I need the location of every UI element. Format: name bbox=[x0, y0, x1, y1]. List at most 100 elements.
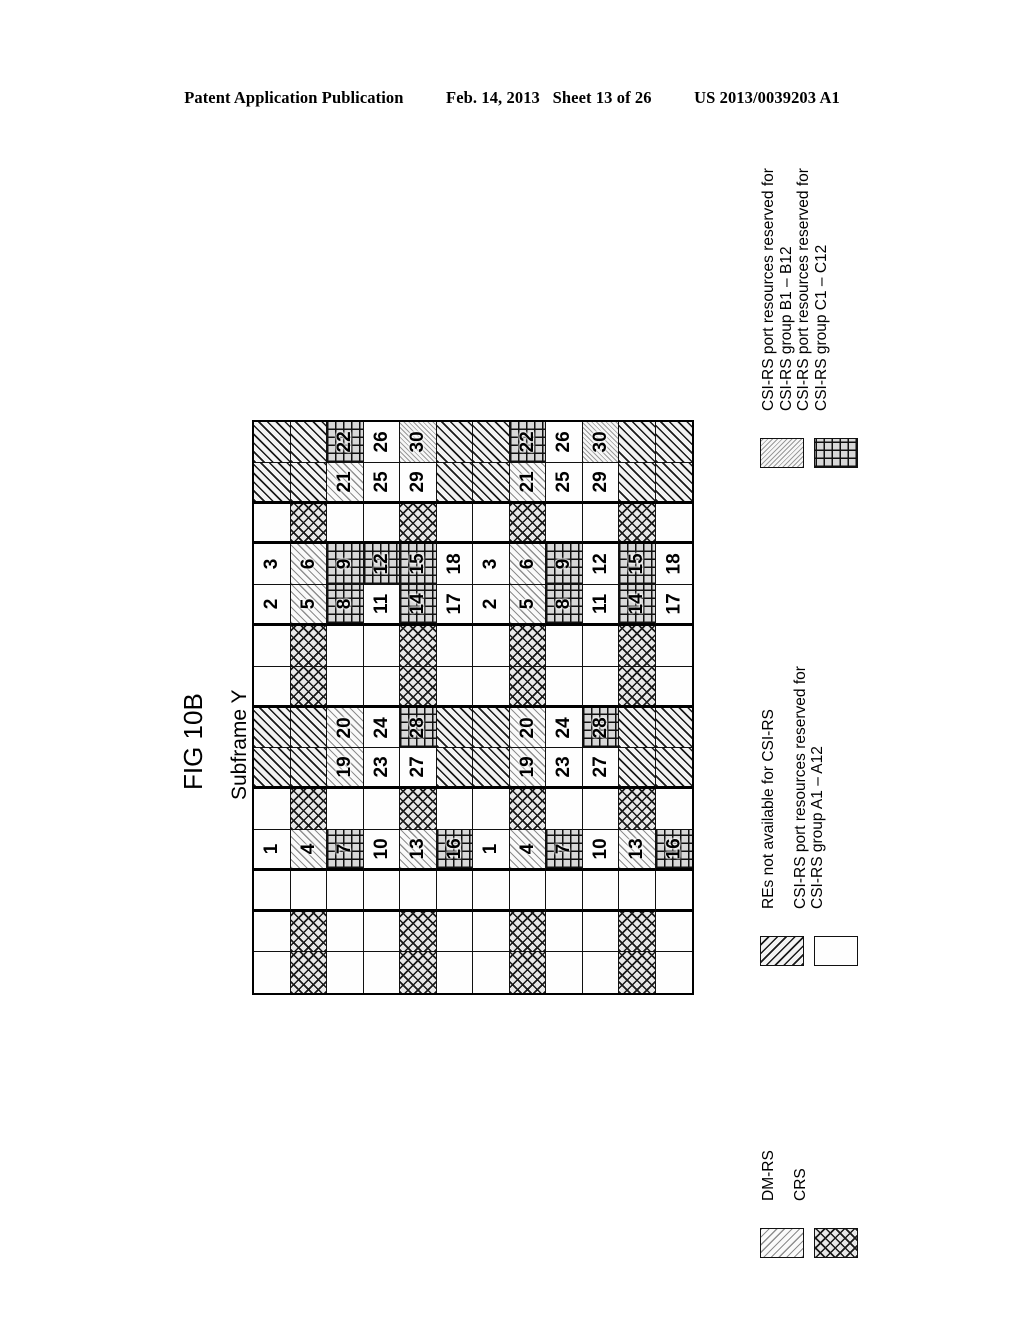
resource-element bbox=[436, 952, 473, 994]
resource-element bbox=[254, 748, 291, 790]
resource-element-label: 16 bbox=[443, 838, 465, 860]
resource-element bbox=[473, 911, 510, 953]
resource-element bbox=[400, 952, 437, 994]
resource-element-3: 3 bbox=[254, 544, 291, 586]
resource-element bbox=[363, 503, 400, 545]
resource-element-2: 2 bbox=[254, 585, 291, 626]
legend-a-swatches bbox=[760, 923, 858, 966]
resource-element-28: 28 bbox=[582, 707, 619, 749]
resource-element bbox=[473, 707, 510, 749]
resource-element-24: 24 bbox=[546, 707, 583, 749]
resource-element-14: 14 bbox=[400, 585, 437, 626]
resource-element-23: 23 bbox=[363, 748, 400, 790]
resource-element-label: 2 bbox=[479, 598, 501, 610]
resource-element bbox=[619, 666, 656, 708]
resource-element bbox=[582, 789, 619, 830]
resource-element-label: 17 bbox=[443, 593, 465, 615]
resource-element bbox=[327, 666, 364, 708]
resource-element bbox=[509, 789, 546, 830]
resource-element bbox=[655, 666, 692, 708]
legend-group-b-line2: CSI-RS group B1 – B12 bbox=[777, 246, 795, 411]
legend-groups-bc: CSI-RS port resources reserved for CSI-R… bbox=[760, 168, 858, 468]
resource-element-24: 24 bbox=[363, 707, 400, 749]
resource-element-15: 15 bbox=[400, 544, 437, 586]
resource-element-label: 18 bbox=[662, 553, 684, 575]
resource-element bbox=[619, 789, 656, 830]
resource-element-label: 13 bbox=[406, 838, 428, 860]
resource-element bbox=[546, 789, 583, 830]
resource-element-label: 13 bbox=[625, 838, 647, 860]
legend-dm-texts: DM-RS CRS bbox=[760, 1150, 809, 1201]
resource-element bbox=[290, 789, 327, 830]
resource-element bbox=[436, 422, 473, 463]
resource-element bbox=[473, 422, 510, 463]
resource-element-label: 1 bbox=[479, 843, 501, 855]
resource-element bbox=[582, 625, 619, 667]
resource-element-18: 18 bbox=[436, 544, 473, 586]
resource-element-label: 3 bbox=[479, 559, 501, 570]
resource-element-9: 9 bbox=[327, 544, 364, 586]
resource-element bbox=[254, 707, 291, 749]
resource-element-label: 26 bbox=[552, 431, 574, 453]
resource-element bbox=[290, 911, 327, 953]
resource-element-label: 20 bbox=[333, 716, 355, 739]
legend-group-a-line2: CSI-RS group A1 – A12 bbox=[809, 746, 826, 909]
resource-element bbox=[619, 503, 656, 545]
resource-element bbox=[363, 789, 400, 830]
resource-element-label: 4 bbox=[516, 843, 538, 855]
resource-element-label: 12 bbox=[370, 553, 392, 575]
resource-element bbox=[582, 666, 619, 708]
resource-element-label: 21 bbox=[333, 471, 355, 493]
resource-element-label: 17 bbox=[662, 593, 684, 615]
resource-element-14: 14 bbox=[619, 585, 656, 626]
figure-stage: FIG 10B Subframe Y 22 26 30 22 26 30 21 25 29 21 2… bbox=[0, 0, 1024, 1320]
resource-element bbox=[436, 707, 473, 749]
resource-element bbox=[546, 911, 583, 953]
resource-element bbox=[619, 462, 656, 504]
resource-element-label: 19 bbox=[516, 756, 538, 778]
resource-element-25: 25 bbox=[363, 462, 400, 504]
swatch-group-c bbox=[814, 438, 858, 468]
legend-a-block: REs not available for CSI-RS CSI-RS port… bbox=[760, 666, 858, 966]
resource-element bbox=[509, 625, 546, 667]
resource-element bbox=[473, 503, 510, 545]
resource-element-17: 17 bbox=[655, 585, 692, 626]
resource-element-label: 8 bbox=[333, 598, 355, 610]
resource-element-22: 22 bbox=[327, 422, 364, 463]
swatch-not-available bbox=[760, 936, 804, 966]
resource-element-5: 5 bbox=[290, 585, 327, 626]
resource-element-label: 12 bbox=[589, 553, 611, 575]
resource-element-5: 5 bbox=[509, 585, 546, 626]
resource-element-27: 27 bbox=[400, 748, 437, 790]
resource-element-label: 25 bbox=[370, 471, 392, 493]
resource-element bbox=[400, 789, 437, 830]
resource-element bbox=[619, 748, 656, 790]
resource-element-1: 1 bbox=[473, 829, 510, 871]
swatch-group-a bbox=[814, 936, 858, 966]
resource-element bbox=[509, 911, 546, 953]
resource-element-label: 9 bbox=[552, 559, 574, 570]
resource-element bbox=[254, 870, 291, 912]
resource-element bbox=[582, 911, 619, 953]
resource-element-6: 6 bbox=[290, 544, 327, 586]
legend-dmrs-label: DM-RS bbox=[760, 1150, 777, 1201]
resource-element-21: 21 bbox=[509, 462, 546, 504]
resource-element bbox=[290, 462, 327, 504]
resource-element bbox=[436, 503, 473, 545]
resource-element bbox=[254, 422, 291, 463]
resource-element bbox=[619, 952, 656, 994]
resource-element bbox=[327, 870, 364, 912]
resource-element bbox=[546, 503, 583, 545]
resource-element bbox=[290, 870, 327, 912]
resource-element bbox=[655, 952, 692, 994]
resource-element-label: 15 bbox=[406, 553, 428, 575]
resource-element-label: 5 bbox=[516, 598, 538, 610]
resource-element-label: 23 bbox=[370, 756, 392, 778]
resource-element-label: 7 bbox=[333, 843, 355, 855]
resource-element-label: 19 bbox=[333, 756, 355, 778]
resource-element-7: 7 bbox=[327, 829, 364, 871]
resource-element bbox=[619, 707, 656, 749]
legend-bc-block: CSI-RS port resources reserved for CSI-R… bbox=[760, 168, 858, 468]
resource-element bbox=[619, 911, 656, 953]
resource-element-7: 7 bbox=[546, 829, 583, 871]
